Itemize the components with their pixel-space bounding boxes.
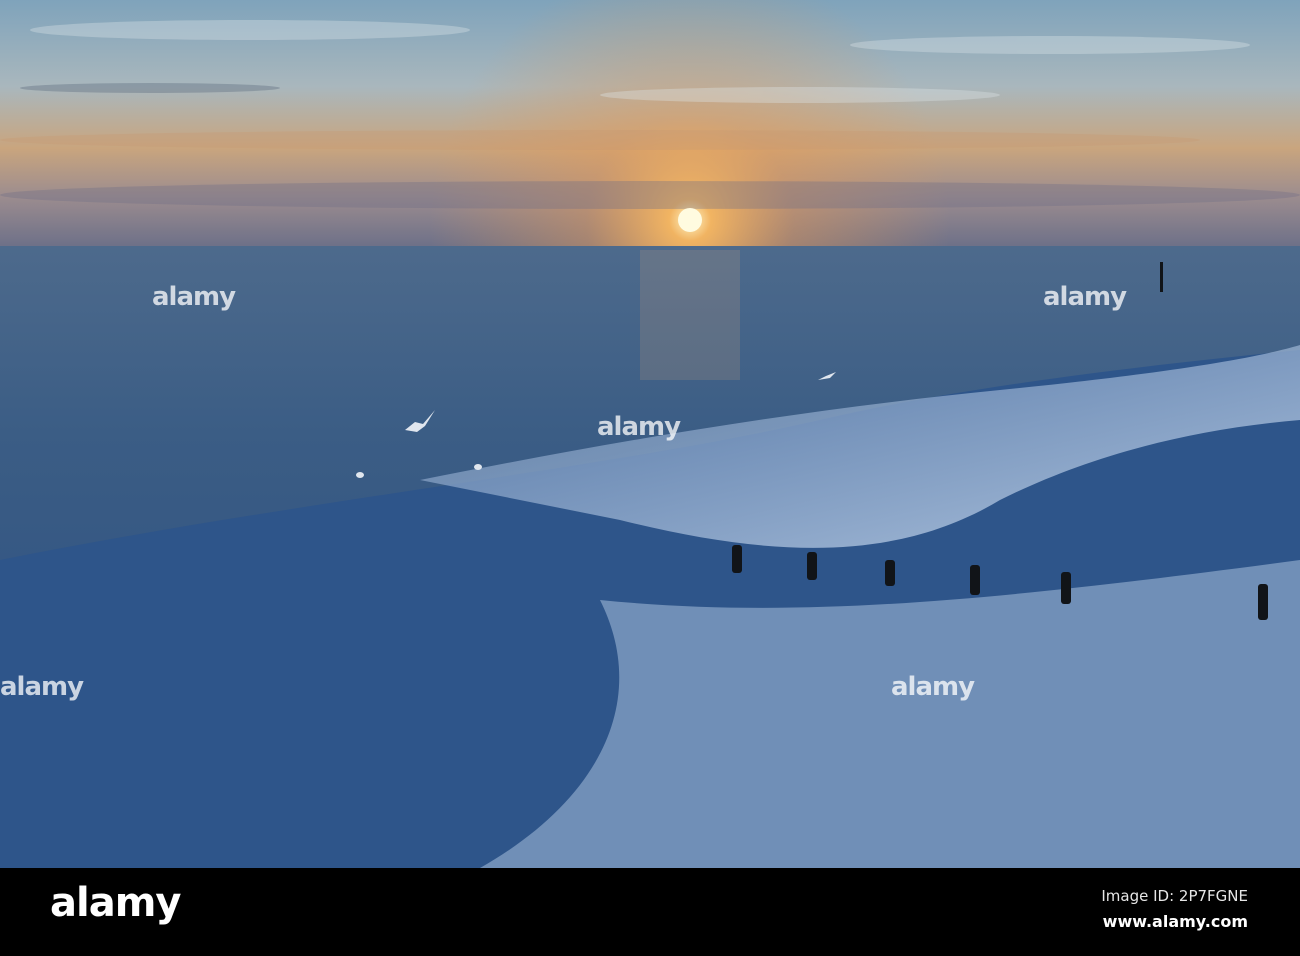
watermark: alamy [1043,282,1127,312]
watermark: alamy [0,672,84,702]
alamy-logo: alamy [50,880,181,926]
sunset-sea-photo: alamy alamy alamy alamy alamy [0,0,1300,868]
image-id: Image ID: 2P7FGNE [1101,887,1248,905]
watermark: alamy [152,282,236,312]
watermark: alamy [891,672,975,702]
sun [678,208,702,232]
website-link: www.alamy.com [1102,912,1248,931]
stock-photo-page: alamy alamy alamy alamy alamy alamy Imag… [0,0,1300,956]
watermark: alamy [597,412,681,442]
